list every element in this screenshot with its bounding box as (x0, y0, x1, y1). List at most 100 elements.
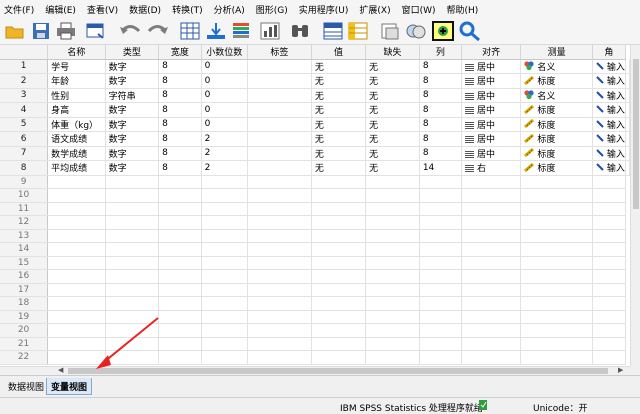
row-number[interactable]: 15 (0, 256, 49, 270)
empty-cell[interactable] (105, 269, 160, 284)
cell-type[interactable]: 数字 (105, 102, 160, 118)
empty-cell[interactable] (158, 242, 202, 257)
empty-cell[interactable] (311, 283, 367, 297)
empty-cell[interactable] (201, 296, 248, 311)
empty-cell[interactable] (365, 283, 420, 297)
empty-cell[interactable] (419, 175, 463, 189)
empty-cell[interactable] (365, 202, 420, 216)
goto-variable-icon[interactable] (204, 20, 228, 42)
empty-cell[interactable] (247, 296, 312, 311)
empty-cell[interactable] (461, 350, 522, 365)
empty-cell[interactable] (105, 242, 160, 257)
empty-cell[interactable] (365, 175, 420, 189)
row-number[interactable]: 11 (0, 202, 49, 216)
cell-width[interactable]: 8 (158, 131, 202, 147)
empty-cell[interactable] (520, 215, 593, 230)
empty-cell[interactable] (105, 215, 160, 230)
empty-cell[interactable] (201, 283, 248, 297)
empty-cell[interactable] (520, 256, 593, 270)
empty-cell[interactable] (311, 202, 367, 216)
row-number[interactable]: 5 (0, 117, 49, 132)
cell-extra[interactable] (625, 160, 630, 176)
vertical-scrollbar[interactable] (630, 45, 640, 366)
row-number[interactable]: 14 (0, 242, 49, 257)
cell-values[interactable]: 无 (311, 102, 367, 118)
column-header[interactable]: 缺失 (365, 45, 420, 60)
cell-role[interactable]: 输入 (592, 73, 627, 89)
print-icon[interactable] (54, 20, 78, 42)
empty-cell[interactable] (520, 337, 593, 351)
empty-cell[interactable] (201, 215, 248, 230)
cell-decimals[interactable]: 0 (201, 102, 248, 118)
save-icon[interactable] (29, 20, 53, 42)
empty-cell[interactable] (461, 202, 522, 216)
menu-item[interactable]: 文件(F) (4, 3, 34, 16)
empty-cell[interactable] (158, 337, 202, 351)
cell-missing[interactable]: 无 (365, 102, 420, 118)
row-number[interactable]: 13 (0, 229, 49, 243)
undo-icon[interactable] (118, 20, 142, 42)
cell-role[interactable]: 输入 (592, 117, 627, 132)
empty-cell[interactable] (365, 269, 420, 284)
column-header[interactable]: 测量 (520, 45, 593, 60)
cell-role[interactable]: 输入 (592, 146, 627, 161)
cell-columns[interactable]: 8 (419, 102, 463, 118)
empty-cell[interactable] (461, 296, 522, 311)
cell-extra[interactable] (625, 88, 630, 103)
empty-cell[interactable] (201, 188, 248, 203)
row-number[interactable]: 9 (0, 175, 49, 189)
cell-columns[interactable]: 8 (419, 88, 463, 103)
empty-cell[interactable] (158, 323, 202, 338)
empty-cell[interactable] (158, 229, 202, 243)
empty-cell[interactable] (311, 296, 367, 311)
empty-cell[interactable] (47, 175, 106, 189)
empty-cell[interactable] (419, 256, 463, 270)
empty-cell[interactable] (105, 202, 160, 216)
empty-cell[interactable] (201, 202, 248, 216)
cell-missing[interactable]: 无 (365, 131, 420, 147)
insert-cases-icon[interactable] (321, 20, 345, 42)
cell-width[interactable]: 8 (158, 73, 202, 89)
cell-role[interactable]: 输入 (592, 59, 627, 74)
column-header[interactable]: 标签 (247, 45, 312, 60)
empty-cell[interactable] (419, 269, 463, 284)
empty-cell[interactable] (47, 256, 106, 270)
empty-cell[interactable] (247, 310, 312, 324)
menu-item[interactable]: 分析(A) (214, 3, 245, 16)
empty-cell[interactable] (592, 269, 627, 284)
row-number[interactable]: 3 (0, 88, 49, 103)
empty-cell[interactable] (105, 337, 160, 351)
cell-label[interactable] (247, 146, 312, 161)
corner-cell[interactable] (0, 45, 49, 60)
cell-name[interactable]: 语文成绩 (47, 131, 106, 147)
empty-cell[interactable] (247, 175, 312, 189)
cell-label[interactable] (247, 59, 312, 74)
cell-missing[interactable]: 无 (365, 146, 420, 161)
empty-cell[interactable] (311, 350, 367, 365)
cell-label[interactable] (247, 102, 312, 118)
empty-cell[interactable] (201, 269, 248, 284)
cell-missing[interactable]: 无 (365, 88, 420, 103)
empty-cell[interactable] (47, 337, 106, 351)
empty-cell[interactable] (520, 350, 593, 365)
empty-cell[interactable] (247, 350, 312, 365)
cell-width[interactable]: 8 (158, 160, 202, 176)
empty-cell[interactable] (201, 242, 248, 257)
cell-missing[interactable]: 无 (365, 160, 420, 176)
cell-role[interactable]: 输入 (592, 102, 627, 118)
empty-cell[interactable] (461, 323, 522, 338)
column-header[interactable]: 对齐 (461, 45, 522, 60)
empty-cell[interactable] (592, 296, 627, 311)
empty-cell[interactable] (365, 188, 420, 203)
cell-extra[interactable] (625, 73, 630, 89)
cell-align[interactable]: 右 (461, 160, 522, 176)
cell-missing[interactable]: 无 (365, 73, 420, 89)
empty-cell[interactable] (105, 188, 160, 203)
tab-data-view[interactable]: 数据视图 (4, 378, 48, 395)
redo-icon[interactable] (146, 20, 170, 42)
find-icon[interactable] (288, 20, 312, 42)
empty-cell[interactable] (520, 296, 593, 311)
search-icon[interactable] (458, 20, 482, 42)
empty-cell[interactable] (365, 229, 420, 243)
empty-cell[interactable] (520, 283, 593, 297)
